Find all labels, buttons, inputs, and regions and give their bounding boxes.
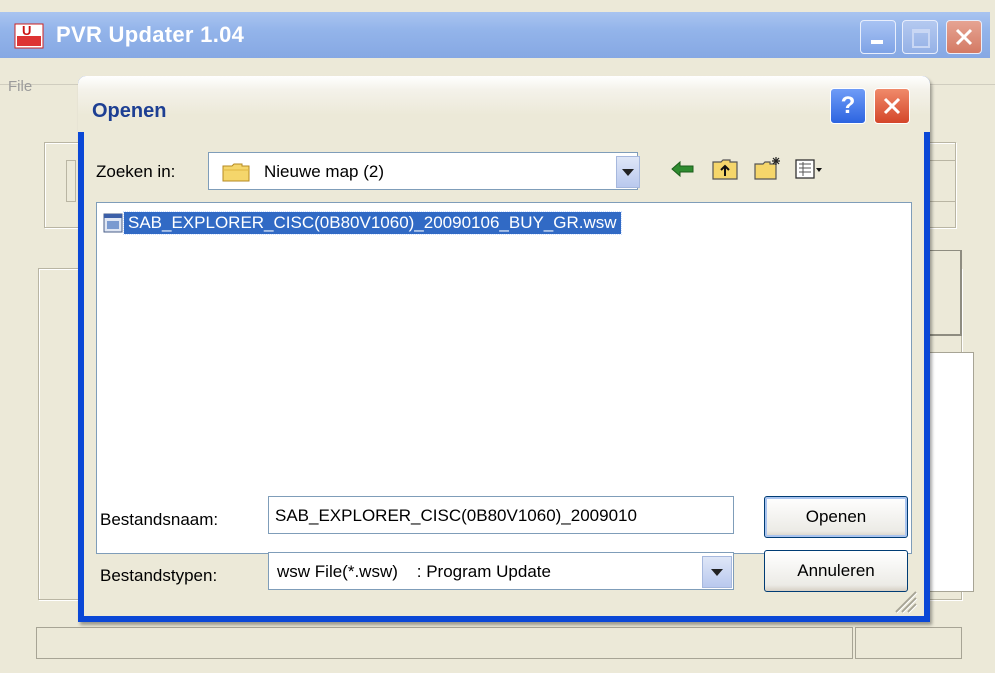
filetype-label: Bestandstypen: (100, 566, 218, 585)
app-title: PVR Updater 1.04 (56, 22, 245, 47)
maximize-icon (912, 29, 930, 48)
dialog-title: Openen (92, 100, 167, 122)
status-bar-right (855, 627, 962, 659)
help-button[interactable]: ? (830, 88, 866, 124)
up-folder-icon[interactable] (710, 156, 740, 182)
filetype-dropdown[interactable]: wsw File(*.wsw) : Program Update (268, 552, 734, 590)
filetype-dropdown-button[interactable] (702, 556, 732, 588)
open-button[interactable]: Openen (764, 496, 908, 538)
dialog-close-button[interactable] (874, 88, 910, 124)
wsw-file-icon[interactable] (102, 212, 124, 234)
look-in-label: Zoeken in: (96, 162, 176, 181)
menu-file[interactable]: File (8, 78, 32, 95)
group-box-edge (66, 160, 76, 202)
dialog-titlebar[interactable] (78, 76, 930, 132)
back-icon[interactable] (668, 156, 698, 182)
cancel-button[interactable]: Annuleren (764, 550, 908, 592)
filename-input[interactable]: SAB_EXPLORER_CISC(0B80V1060)_2009010 (268, 496, 734, 534)
minimize-icon (871, 40, 883, 44)
filename-label: Bestandsnaam: (100, 510, 219, 529)
app-close-button[interactable] (946, 20, 982, 54)
status-bar-main (36, 627, 853, 659)
chevron-down-icon (711, 569, 723, 576)
view-menu-icon[interactable] (794, 156, 824, 182)
open-dialog: Openen ? Zoeken in: Nieuwe map (2) SAB_E… (78, 76, 930, 622)
look-in-dropdown-button[interactable] (616, 156, 640, 188)
new-folder-icon[interactable] (752, 156, 782, 182)
folder-icon (222, 163, 250, 182)
app-logo-icon: U (14, 23, 44, 49)
chevron-down-icon (622, 169, 634, 176)
file-item-selected[interactable]: SAB_EXPLORER_CISC(0B80V1060)_20090106_BU… (123, 211, 622, 235)
resize-grip-icon[interactable] (890, 586, 918, 614)
group-box-edge-right (928, 160, 956, 202)
svg-text:U: U (22, 23, 31, 38)
maximize-button[interactable] (902, 20, 938, 54)
look-in-value: Nieuwe map (2) (264, 162, 384, 181)
close-icon (883, 97, 901, 115)
close-icon (955, 28, 973, 46)
minimize-button[interactable] (860, 20, 896, 54)
